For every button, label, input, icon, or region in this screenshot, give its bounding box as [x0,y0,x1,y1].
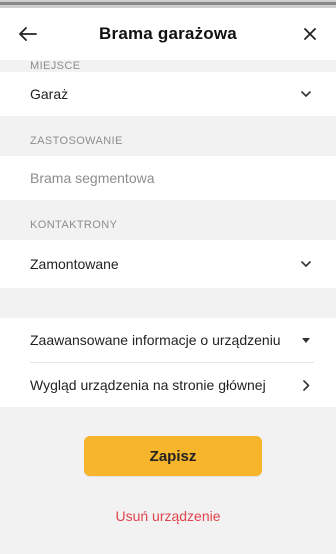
section-label-contacts: KONTAKTRONY [0,200,336,240]
chevron-down-icon [298,256,314,272]
delete-device-link[interactable]: Usuń urządzenie [0,508,336,524]
options-list: Zaawansowane informacje o urządzeniu Wyg… [0,318,336,407]
page-title: Brama garażowa [99,24,237,43]
home-appearance-label: Wygląd urządzenia na stronie głównej [30,377,266,393]
contacts-select[interactable]: Zamontowane [0,240,336,288]
contacts-value: Zamontowane [30,256,119,272]
usage-field[interactable]: Brama segmentowa [0,156,336,200]
close-button[interactable] [296,20,324,48]
save-button[interactable]: Zapisz [84,436,262,476]
place-value: Garaż [30,86,69,102]
advanced-info-row[interactable]: Zaawansowane informacje o urządzeniu [30,318,336,362]
section-label-place: MIEJSCE [0,60,336,72]
status-bar-line [0,0,336,8]
place-select[interactable]: Garaż [0,72,336,116]
usage-placeholder: Brama segmentowa [30,170,155,186]
chevron-down-icon [298,86,314,102]
header: Brama garażowa [0,8,336,60]
section-label-usage: ZASTOSOWANIE [0,116,336,156]
back-button[interactable] [14,20,42,48]
chevron-right-icon [298,377,314,393]
advanced-info-label: Zaawansowane informacje o urządzeniu [30,332,281,348]
arrow-left-icon [19,27,37,41]
home-appearance-row[interactable]: Wygląd urządzenia na stronie głównej [30,363,336,407]
spacer [0,288,336,318]
caret-down-icon [298,332,314,348]
form-content: MIEJSCE Garaż ZASTOSOWANIE Brama segment… [0,60,336,554]
close-icon [304,28,316,40]
